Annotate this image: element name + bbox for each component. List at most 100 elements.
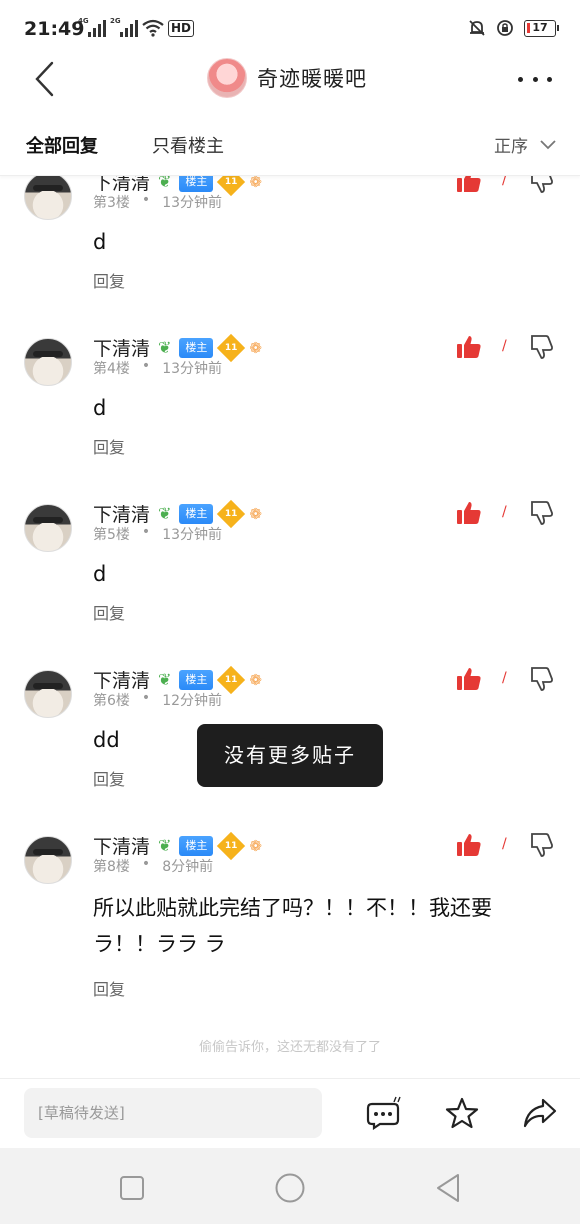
post-content: d bbox=[93, 562, 107, 586]
vote-divider: / bbox=[502, 836, 507, 852]
post-meta: 第6楼 • 12分钟前 bbox=[93, 690, 222, 710]
back-nav-button[interactable] bbox=[430, 1170, 466, 1206]
more-options-button[interactable] bbox=[518, 66, 552, 92]
author-name[interactable]: 下清清 bbox=[93, 334, 150, 361]
post-meta: 第3楼 • 13分钟前 bbox=[93, 192, 222, 212]
vote-divider: / bbox=[502, 670, 507, 686]
lungs-icon: ❁ bbox=[249, 836, 262, 855]
battery-icon: 17 bbox=[524, 19, 559, 37]
reply-button[interactable]: 回复 bbox=[93, 268, 125, 292]
reply-button[interactable]: 回复 bbox=[93, 600, 125, 624]
op-badge: 楼主 bbox=[179, 669, 214, 690]
chevron-down-icon bbox=[540, 139, 556, 149]
floor-number: 第8楼 bbox=[93, 859, 130, 875]
thumbs-down-icon[interactable] bbox=[530, 500, 554, 526]
level-number: 11 bbox=[225, 508, 238, 519]
thumbs-up-icon[interactable] bbox=[456, 500, 482, 526]
reply-draft-input[interactable]: [草稿待发送] bbox=[24, 1088, 322, 1138]
avatar[interactable] bbox=[24, 338, 72, 386]
bottom-action-bar: [草稿待发送] bbox=[0, 1078, 580, 1148]
op-badge: 楼主 bbox=[179, 503, 214, 524]
vote-divider: / bbox=[502, 338, 507, 354]
meta-dot: • bbox=[141, 690, 151, 706]
author-name[interactable]: 下清清 bbox=[93, 500, 150, 527]
sort-dropdown[interactable]: 正序 bbox=[494, 132, 556, 157]
no-more-posts-toast: 没有更多贴子 bbox=[197, 724, 383, 787]
tab-op-only[interactable]: 只看楼主 bbox=[152, 132, 224, 158]
mute-bell-icon bbox=[469, 20, 485, 36]
circle-icon bbox=[275, 1173, 305, 1203]
author-row: 下清清 ❦ 楼主 11 ❁ bbox=[93, 499, 262, 528]
leaf-icon: ❦ bbox=[158, 338, 172, 357]
post-content: 所以此贴就此完结了吗？！！不！！我还要ラ！！ララ ラ bbox=[93, 896, 492, 956]
thumbs-down-icon[interactable] bbox=[530, 666, 554, 692]
back-button[interactable] bbox=[30, 60, 60, 98]
post-time: 13分钟前 bbox=[162, 195, 223, 211]
comment-icon bbox=[366, 1096, 401, 1130]
author-name[interactable]: 下清清 bbox=[93, 832, 150, 859]
thumbs-up-icon[interactable] bbox=[456, 666, 482, 692]
signal-4g-label: 4G bbox=[78, 17, 89, 25]
share-button[interactable] bbox=[520, 1093, 560, 1133]
post-time: 13分钟前 bbox=[162, 361, 223, 377]
star-icon bbox=[445, 1097, 479, 1129]
floor-number: 第5楼 bbox=[93, 527, 130, 543]
author-name[interactable]: 下清清 bbox=[93, 666, 150, 693]
home-button[interactable] bbox=[272, 1170, 308, 1206]
avatar[interactable] bbox=[24, 172, 72, 220]
level-number: 11 bbox=[225, 176, 238, 187]
lungs-icon: ❁ bbox=[249, 338, 262, 357]
post-time: 13分钟前 bbox=[162, 527, 223, 543]
reply-button[interactable]: 回复 bbox=[93, 976, 125, 1000]
thumbs-up-icon[interactable] bbox=[456, 334, 482, 360]
author-row: 下清清 ❦ 楼主 11 ❁ bbox=[93, 831, 262, 860]
avatar[interactable] bbox=[24, 836, 72, 884]
rotation-lock-icon bbox=[497, 20, 513, 36]
level-number: 11 bbox=[225, 840, 238, 851]
recents-button[interactable] bbox=[114, 1170, 150, 1206]
post-meta: 第5楼 • 13分钟前 bbox=[93, 524, 222, 544]
post-time: 8分钟前 bbox=[162, 859, 214, 875]
author-row: 下清清 ❦ 楼主 11 ❁ bbox=[93, 333, 262, 362]
avatar[interactable] bbox=[24, 504, 72, 552]
post-time: 12分钟前 bbox=[162, 693, 223, 709]
triangle-back-icon bbox=[437, 1174, 459, 1202]
floor-number: 第3楼 bbox=[93, 195, 130, 211]
favorite-button[interactable] bbox=[442, 1093, 482, 1133]
floor-number: 第6楼 bbox=[93, 693, 130, 709]
avatar[interactable] bbox=[24, 670, 72, 718]
thumbs-down-icon[interactable] bbox=[530, 334, 554, 360]
op-badge: 楼主 bbox=[179, 835, 214, 856]
post-content: d bbox=[93, 230, 107, 254]
floor-number: 第4楼 bbox=[93, 361, 130, 377]
status-right: 17 bbox=[468, 19, 559, 37]
hd-icon: HD bbox=[168, 20, 195, 37]
square-icon bbox=[120, 1176, 144, 1200]
leaf-icon: ❦ bbox=[158, 670, 172, 689]
more-dot-icon bbox=[518, 76, 523, 82]
wifi-icon bbox=[142, 19, 164, 37]
thumbs-up-icon[interactable] bbox=[456, 832, 482, 858]
network-icons: 4G 2G HD bbox=[78, 17, 195, 37]
comment-button[interactable] bbox=[364, 1093, 404, 1133]
share-icon bbox=[523, 1098, 557, 1128]
more-dot-icon bbox=[547, 76, 552, 82]
status-bar: 21:49 4G 2G HD 17 bbox=[0, 0, 580, 58]
lungs-icon: ❁ bbox=[249, 504, 262, 523]
thumbs-down-icon[interactable] bbox=[530, 832, 554, 858]
reply-button[interactable]: 回复 bbox=[93, 434, 125, 458]
author-row: 下清清 ❦ 楼主 11 ❁ bbox=[93, 665, 262, 694]
level-number: 11 bbox=[225, 674, 238, 685]
meta-dot: • bbox=[141, 856, 151, 872]
signal-4g-icon: 4G bbox=[78, 17, 106, 37]
sort-label: 正序 bbox=[494, 137, 528, 157]
meta-dot: • bbox=[141, 524, 151, 540]
header: 奇迹暖暖吧 bbox=[0, 56, 580, 102]
forum-title-group[interactable]: 奇迹暖暖吧 bbox=[207, 58, 367, 98]
tab-all-replies[interactable]: 全部回复 bbox=[26, 132, 98, 158]
reply-button[interactable]: 回复 bbox=[93, 766, 125, 790]
meta-dot: • bbox=[141, 358, 151, 374]
reply-filter-tabs: 全部回复 只看楼主 正序 bbox=[0, 118, 580, 176]
post-content: d bbox=[93, 396, 107, 420]
app-screen: 21:49 4G 2G HD 17 奇迹暖暖吧 全部回复 只看楼主 正序 下清清… bbox=[0, 0, 580, 1224]
